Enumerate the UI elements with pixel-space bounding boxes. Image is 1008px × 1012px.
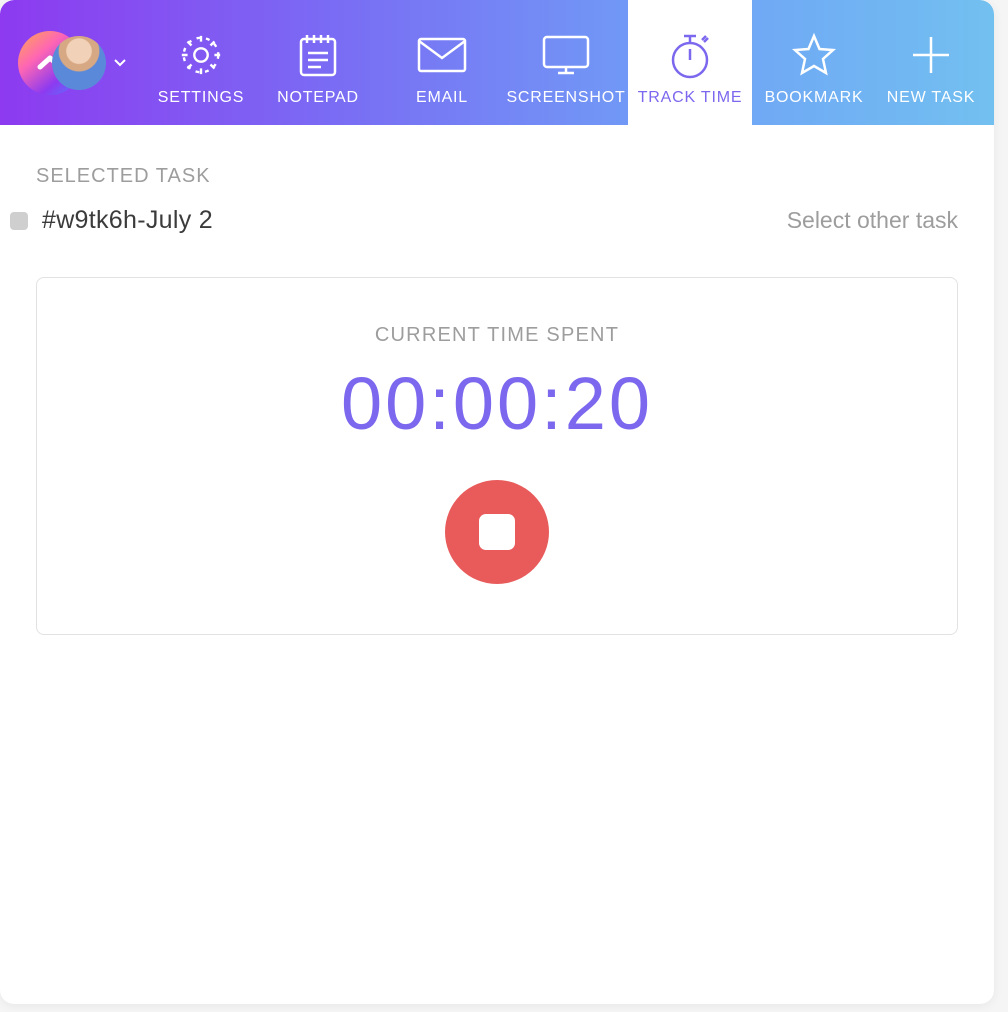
tab-label: SETTINGS [158,89,244,107]
tab-label: TRACK TIME [638,89,743,107]
tab-notepad[interactable]: NOTEPAD [256,0,380,125]
stop-timer-button[interactable] [445,480,549,584]
tab-settings[interactable]: SETTINGS [146,0,256,125]
tab-bookmark[interactable]: BOOKMARK [752,0,876,125]
brand-area[interactable] [0,0,138,125]
task-name[interactable]: #w9tk6h-July 2 [42,206,213,235]
task-status-box[interactable] [10,212,28,230]
screenshot-icon [540,31,592,79]
email-icon [416,31,468,79]
select-other-task-link[interactable]: Select other task [787,207,958,234]
selected-task-header: SELECTED TASK [36,165,958,188]
tab-screenshot[interactable]: SCREENSHOT [504,0,628,125]
plus-icon [909,31,953,79]
timer-card: CURRENT TIME SPENT 00:00:20 [36,277,958,635]
toolbar-tabs: SETTINGS NOTEPAD [146,0,994,125]
tab-email[interactable]: EMAIL [380,0,504,125]
star-icon [791,31,837,79]
timer-label: CURRENT TIME SPENT [375,324,619,347]
tab-label: EMAIL [416,89,468,107]
stop-icon [479,514,515,550]
account-dropdown-caret[interactable] [114,54,126,72]
notepad-icon [297,31,339,79]
tab-new-task[interactable]: NEW TASK [876,0,986,125]
tab-label: SCREENSHOT [506,89,625,107]
task-left: #w9tk6h-July 2 [36,206,213,235]
task-row: #w9tk6h-July 2 Select other task [36,206,958,235]
tab-label: NEW TASK [887,89,976,107]
app-window: SETTINGS NOTEPAD [0,0,994,1004]
content-area: SELECTED TASK #w9tk6h-July 2 Select othe… [0,125,994,1004]
timer-value: 00:00:20 [341,361,653,446]
tab-track-time[interactable]: TRACK TIME [628,0,752,125]
user-avatar[interactable] [52,36,106,90]
gear-icon [178,31,224,79]
stopwatch-icon [667,31,713,79]
tab-label: BOOKMARK [765,89,864,107]
toolbar: SETTINGS NOTEPAD [0,0,994,125]
tab-label: NOTEPAD [277,89,359,107]
